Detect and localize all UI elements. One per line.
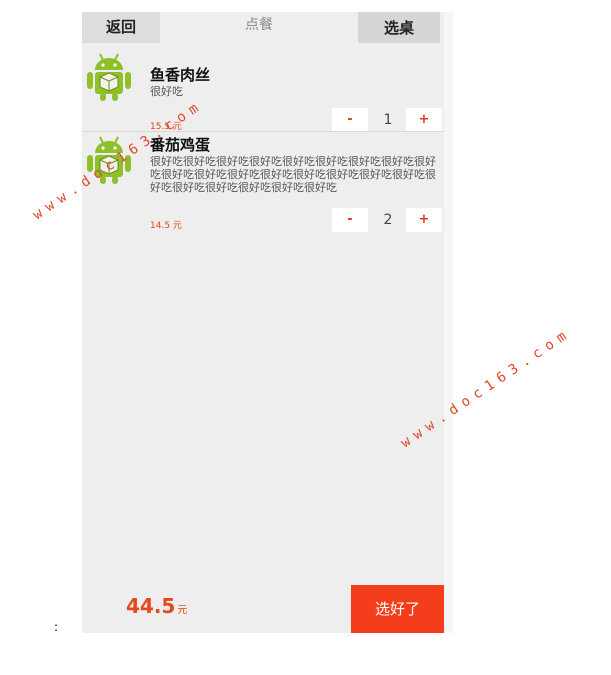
decrease-quantity-button[interactable]: - bbox=[332, 108, 368, 132]
back-button[interactable]: 返回 bbox=[82, 12, 160, 43]
stray-mark: : bbox=[54, 620, 59, 634]
price-value: 14.5 bbox=[150, 221, 171, 231]
top-bar: 返回 点餐 选桌 bbox=[82, 12, 444, 43]
select-table-button[interactable]: 选桌 bbox=[358, 12, 440, 43]
screen-edge bbox=[444, 12, 453, 633]
total-value: 44.5 bbox=[126, 594, 176, 618]
increase-quantity-button[interactable]: + bbox=[406, 208, 442, 232]
quantity-value: 2 bbox=[383, 212, 393, 228]
confirm-order-button[interactable]: 选好了 bbox=[351, 585, 444, 633]
increase-quantity-button[interactable]: + bbox=[406, 108, 442, 132]
price-unit: 元 bbox=[172, 221, 182, 231]
list-item[interactable]: 鱼香肉丝 很好吃 15.5 元 - 1 + bbox=[82, 50, 444, 132]
item-price: 14.5 元 bbox=[150, 218, 182, 231]
page-title: 点餐 bbox=[245, 17, 273, 33]
order-screen: 返回 点餐 选桌 鱼香肉丝 很好吃 15.5 元 - 1 + 番茄鸡蛋 很好吃很… bbox=[82, 12, 453, 633]
item-description: 很好吃 bbox=[150, 85, 183, 98]
order-total: 44.5 元 bbox=[126, 594, 187, 618]
decrease-quantity-button[interactable]: - bbox=[332, 208, 368, 232]
item-description: 很好吃很好吃很好吃很好吃很好吃很好吃很好吃很好吃很好吃很好吃很好吃很好吃很好吃很… bbox=[150, 155, 436, 194]
quantity-value: 1 bbox=[383, 112, 393, 128]
android-robot-icon bbox=[87, 53, 131, 101]
total-unit: 元 bbox=[177, 605, 188, 616]
item-name: 鱼香肉丝 bbox=[150, 66, 211, 84]
